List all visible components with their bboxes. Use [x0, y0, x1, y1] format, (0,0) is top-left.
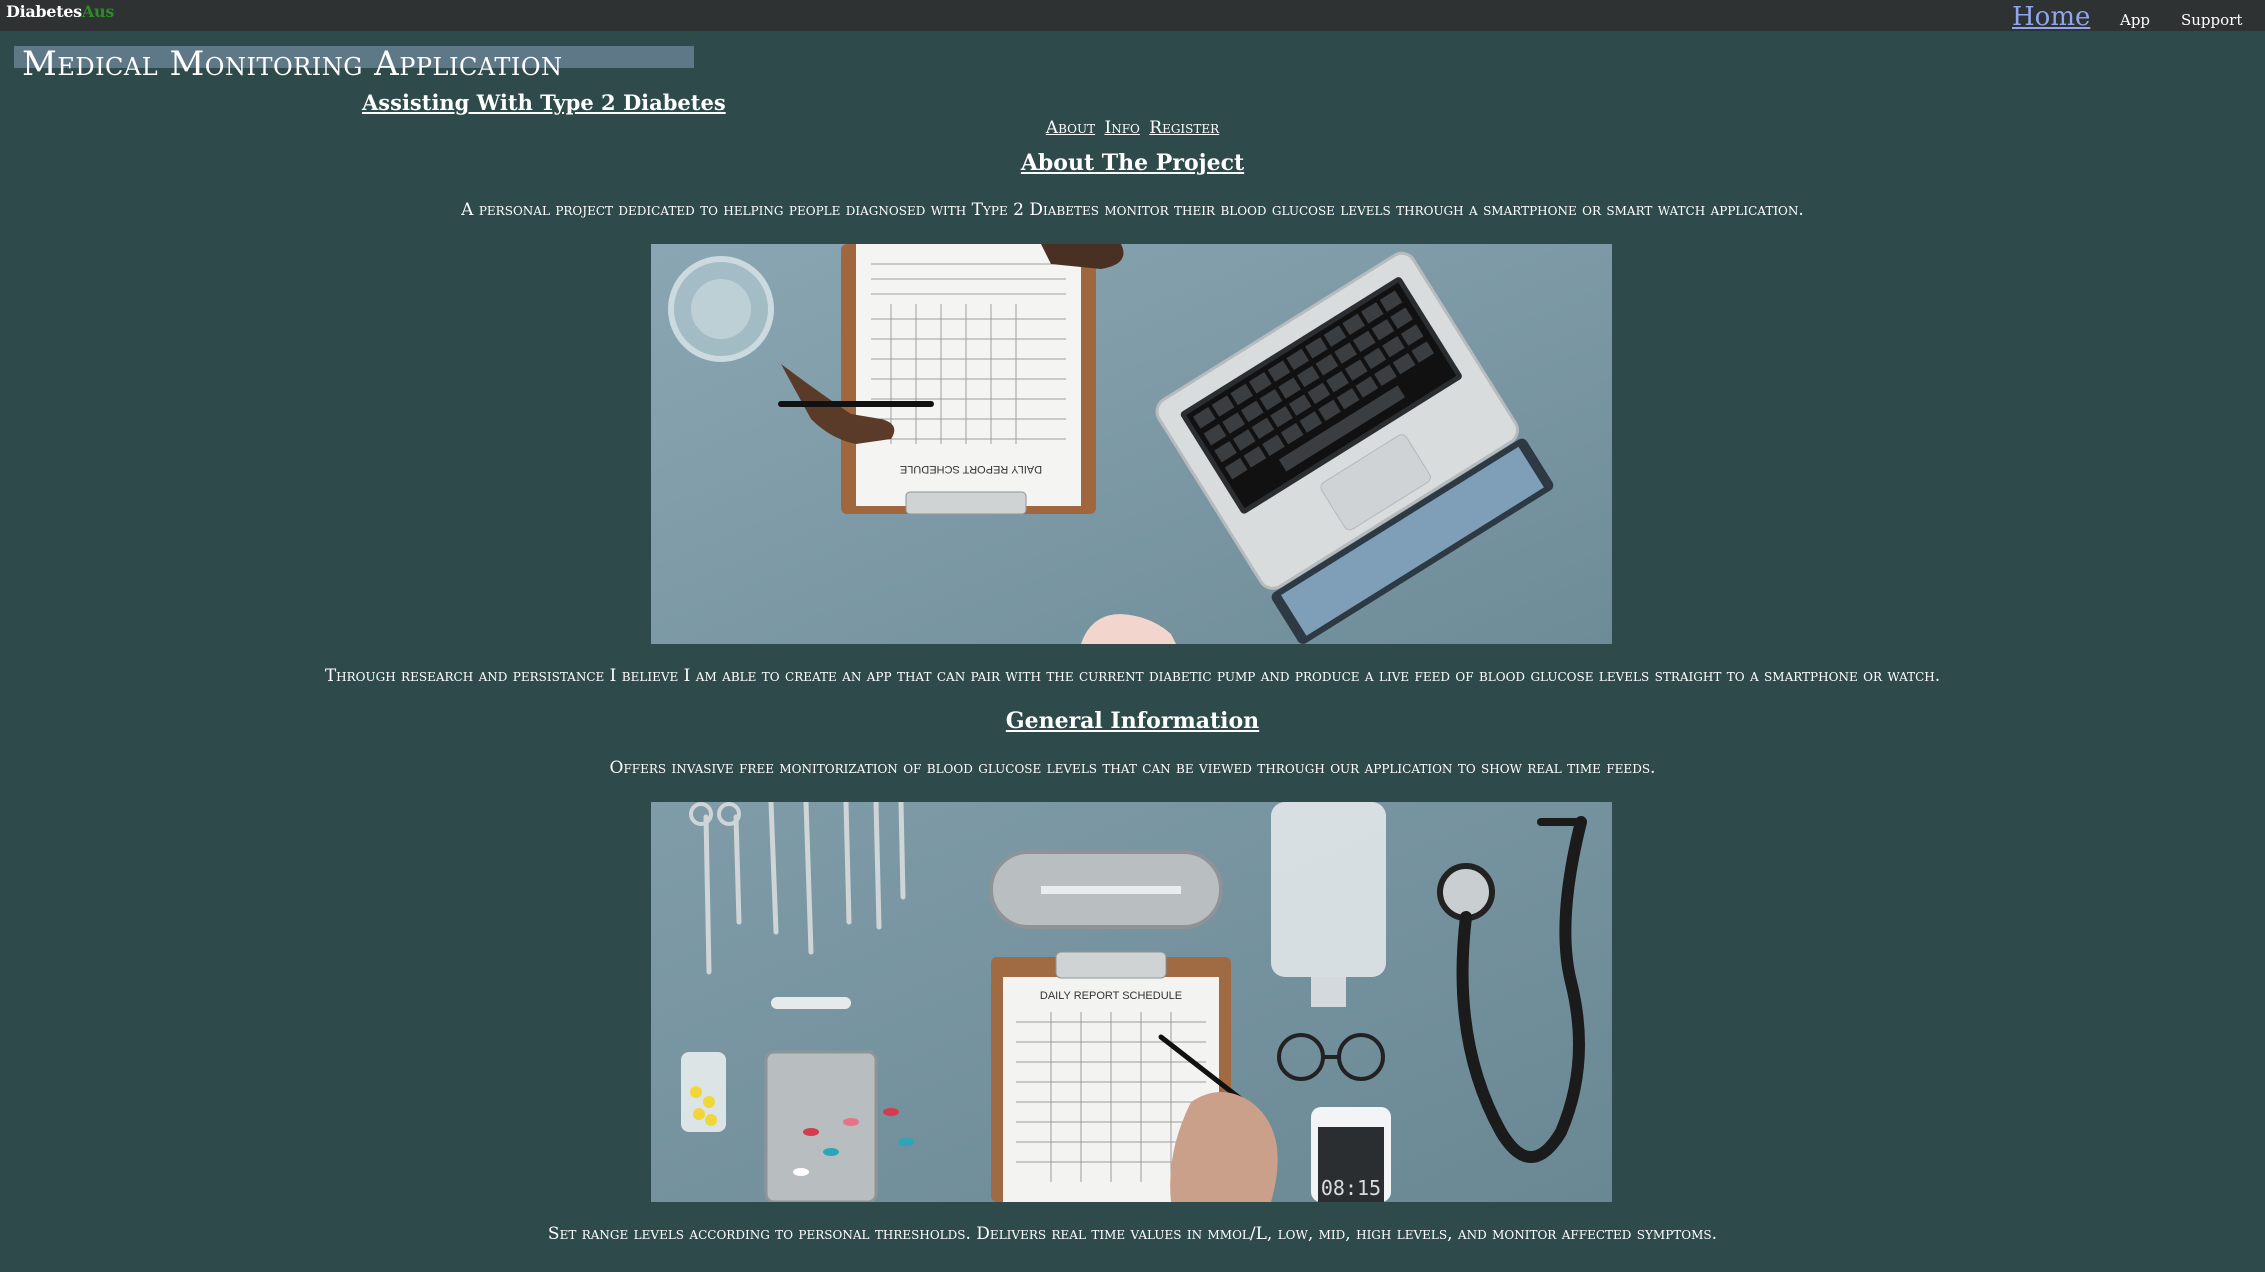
- nav-home-link[interactable]: Home: [2012, 2, 2090, 32]
- general-intro-text: Offers invasive free monitorization of b…: [609, 758, 1656, 778]
- phone-time: 08:15: [1321, 1176, 1381, 1200]
- general-image-caption: DAILY REPORT SCHEDULE: [1040, 990, 1182, 1002]
- page-subtitle: Assisting With Type 2 Diabetes: [362, 90, 726, 115]
- section-nav-about[interactable]: About: [1046, 118, 1095, 138]
- nav-app-link[interactable]: App: [2120, 11, 2150, 29]
- section-nav-register[interactable]: Register: [1149, 118, 1219, 138]
- about-body-text: Through research and persistance I belie…: [324, 666, 1941, 686]
- brand-name-part1: Diabetes: [6, 2, 82, 21]
- general-heading: General Information: [1005, 708, 1260, 734]
- section-nav: About Info Register: [0, 118, 2265, 138]
- about-image: DAILY REPORT SCHEDULE: [651, 244, 1612, 644]
- general-image-illustration: DAILY REPORT SCHEDULE 08:15: [651, 802, 1612, 1202]
- about-heading: About The Project: [1020, 150, 1245, 176]
- about-image-caption: DAILY REPORT SCHEDULE: [900, 463, 1042, 475]
- brand-name-part2: Aus: [81, 2, 115, 21]
- nav-support-link[interactable]: Support: [2181, 11, 2242, 29]
- about-image-illustration: DAILY REPORT SCHEDULE: [651, 244, 1612, 644]
- general-body-text: Set range levels according to personal t…: [547, 1224, 1718, 1244]
- page-title: Medical Monitoring Application: [22, 44, 563, 84]
- general-image: DAILY REPORT SCHEDULE 08:15: [651, 802, 1612, 1202]
- section-nav-info[interactable]: Info: [1104, 118, 1139, 138]
- about-intro-text: A personal project dedicated to helping …: [461, 200, 1804, 220]
- top-navbar: DiabetesAus Home App Support: [0, 0, 2265, 32]
- brand-logo[interactable]: DiabetesAus: [6, 2, 114, 21]
